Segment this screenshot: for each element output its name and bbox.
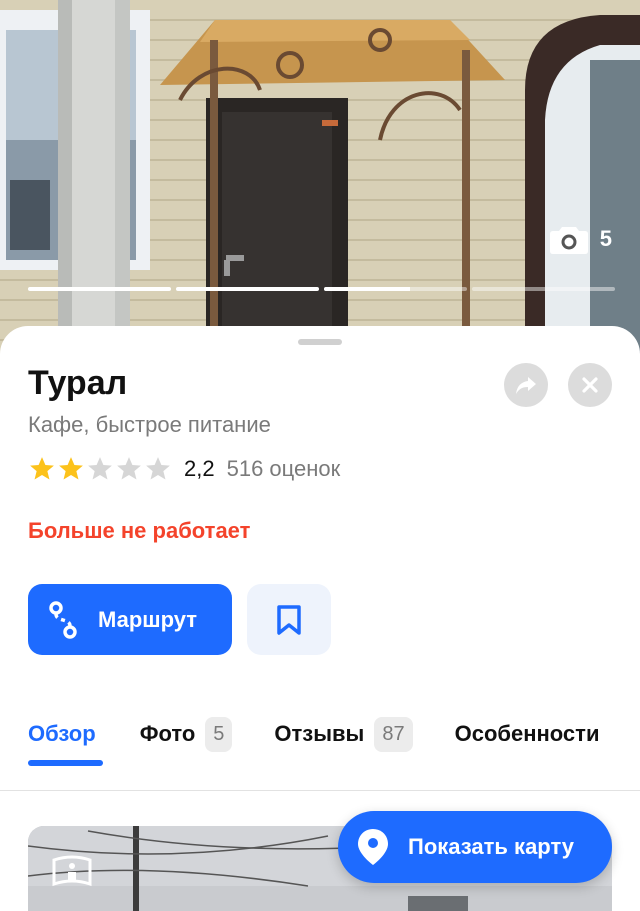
map-pin-icon bbox=[358, 829, 388, 865]
tab-label: Обзор bbox=[28, 721, 96, 746]
route-icon bbox=[49, 600, 77, 639]
photo-counter[interactable]: 5 bbox=[549, 224, 612, 254]
bookmark-button[interactable] bbox=[247, 584, 331, 655]
star-empty-icon bbox=[88, 457, 112, 480]
star-filled-icon bbox=[30, 457, 54, 480]
star-empty-icon bbox=[117, 457, 141, 480]
progress-segment bbox=[28, 287, 171, 291]
place-category: Кафе, быстрое питание bbox=[28, 412, 271, 437]
progress-segment bbox=[176, 287, 319, 291]
show-map-label: Показать карту bbox=[408, 834, 575, 859]
share-button[interactable] bbox=[504, 363, 548, 407]
rating-row[interactable]: 2,2 516 оценок bbox=[28, 454, 340, 484]
tab-count-badge: 5 bbox=[205, 716, 233, 752]
panorama-icon bbox=[52, 855, 92, 887]
share-icon bbox=[516, 377, 536, 394]
divider bbox=[0, 790, 640, 791]
route-button[interactable]: Маршрут bbox=[28, 584, 232, 655]
cafe-entrance-photo bbox=[0, 0, 640, 360]
progress-segment bbox=[472, 287, 615, 291]
tab-reviews[interactable]: Отзывы 87 bbox=[274, 714, 413, 754]
rating-value: 2,2 bbox=[184, 456, 215, 481]
star-filled-icon bbox=[59, 457, 83, 480]
tab-overview[interactable]: Обзор bbox=[28, 714, 96, 754]
close-icon bbox=[582, 377, 598, 393]
place-card: Турал Кафе, быстрое питание 2,2 516 оцен… bbox=[0, 326, 640, 911]
hero-photo[interactable]: 5 bbox=[0, 0, 640, 360]
tab-features[interactable]: Особенности bbox=[455, 714, 600, 754]
status-closed: Больше не работает bbox=[28, 518, 251, 543]
tabs-bar: Обзор Фото 5 Отзывы 87 Особенности bbox=[28, 714, 599, 754]
tab-photo[interactable]: Фото 5 bbox=[140, 714, 233, 754]
bookmark-icon bbox=[277, 604, 301, 635]
photo-progress bbox=[28, 287, 615, 291]
rating-count: 516 оценок bbox=[226, 456, 341, 481]
tab-label: Отзывы bbox=[274, 721, 365, 746]
tab-label: Фото bbox=[139, 721, 196, 746]
drag-handle[interactable] bbox=[298, 339, 342, 345]
tab-label: Особенности bbox=[454, 721, 600, 746]
photo-count-value: 5 bbox=[599, 226, 612, 251]
rating-stars bbox=[28, 455, 172, 483]
show-map-button[interactable]: Показать карту bbox=[338, 811, 612, 883]
progress-segment bbox=[324, 287, 467, 291]
active-tab-indicator bbox=[28, 760, 103, 766]
place-title: Турал bbox=[28, 364, 128, 402]
tab-count-badge: 87 bbox=[374, 716, 413, 752]
star-empty-icon bbox=[146, 457, 170, 480]
route-button-label: Маршрут bbox=[98, 606, 198, 632]
camera-icon bbox=[549, 227, 588, 254]
close-button[interactable] bbox=[568, 363, 612, 407]
